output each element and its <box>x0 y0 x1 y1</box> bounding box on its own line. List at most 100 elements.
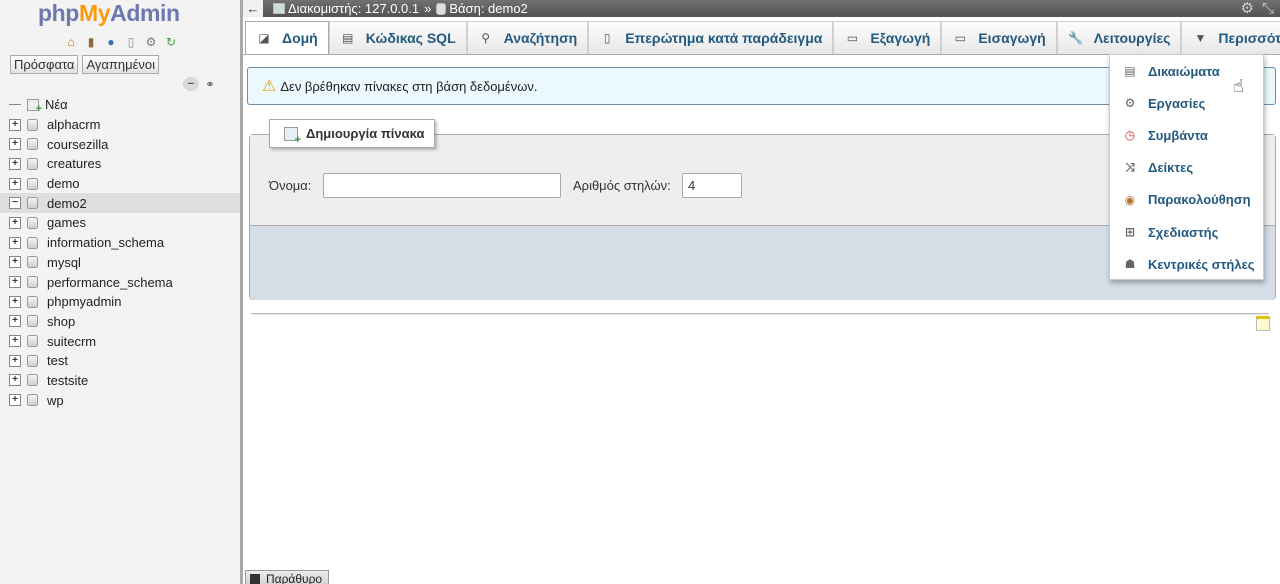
main-tabs: ◪ Δομή ▤ Κώδικας SQL ⚲ Αναζήτηση ▯ Επερώ… <box>245 21 1280 54</box>
database-item[interactable]: + phpmyadmin <box>0 292 240 312</box>
database-item[interactable]: + mysql <box>0 253 240 273</box>
database-label[interactable]: games <box>47 215 86 230</box>
breadcrumb-database[interactable]: Βάση: demo2 <box>449 1 527 16</box>
breadcrumb-server[interactable]: Διακομιστής: 127.0.0.1 <box>288 1 419 16</box>
tab-search-label: Αναζήτηση <box>503 30 578 46</box>
database-item[interactable]: + testsite <box>0 371 240 391</box>
expand-icon[interactable]: + <box>9 354 21 367</box>
new-database-item[interactable]: Νέα <box>0 95 240 115</box>
privileges-icon: ▤ <box>1124 64 1136 79</box>
reload-icon[interactable]: ↻ <box>163 34 179 50</box>
tab-search[interactable]: ⚲ Αναζήτηση <box>466 21 589 54</box>
create-table-icon <box>284 126 301 146</box>
menu-item-designer[interactable]: ⊞ Σχεδιαστής <box>1110 216 1263 248</box>
expand-icon[interactable]: + <box>9 374 21 387</box>
create-table-title: Δημιουργία πίνακα <box>306 126 425 141</box>
database-icon <box>27 138 38 151</box>
collapse-icon[interactable]: − <box>9 197 21 210</box>
tab-more[interactable]: ▼ Περισσότερα <box>1181 21 1280 54</box>
database-item[interactable]: + games <box>0 213 240 233</box>
create-table-legend: Δημιουργία πίνακα <box>269 119 436 148</box>
expand-icon[interactable]: + <box>9 335 21 348</box>
database-label[interactable]: test <box>47 353 68 368</box>
database-item[interactable]: − demo2 <box>0 193 240 214</box>
menu-item-tracking[interactable]: ◉ Παρακολούθηση <box>1110 184 1263 216</box>
nav-icon-bar: ⌂ ▮ ● ▯ ⚙ ↻ <box>63 34 179 50</box>
database-label[interactable]: phpmyadmin <box>47 294 121 309</box>
tab-operations[interactable]: 🔧 Λειτουργίες <box>1056 21 1182 54</box>
database-item[interactable]: + information_schema <box>0 233 240 253</box>
collapse-all-icon[interactable]: − <box>183 77 199 91</box>
phpmyadmin-logo[interactable]: phpMyAdmin <box>38 0 180 27</box>
columns-count-input[interactable] <box>682 173 742 198</box>
database-item[interactable]: + wp <box>0 390 240 410</box>
database-label[interactable]: mysql <box>47 255 81 270</box>
database-item[interactable]: + shop <box>0 312 240 332</box>
expand-icon[interactable]: + <box>9 216 21 229</box>
tab-import[interactable]: ▭ Εισαγωγή <box>941 21 1057 54</box>
menu-item-triggers[interactable]: ⤨ Δείκτες <box>1110 152 1263 184</box>
nav-resizer[interactable] <box>240 0 243 584</box>
database-item[interactable]: + alphacrm <box>0 115 240 135</box>
warning-icon: ⚠ <box>262 78 277 95</box>
exit-icon[interactable]: ▮ <box>83 34 99 50</box>
console-icon <box>250 573 260 584</box>
database-label[interactable]: coursezilla <box>47 137 108 152</box>
tab-export[interactable]: ▭ Εξαγωγή <box>833 21 942 54</box>
database-label[interactable]: testsite <box>47 373 88 388</box>
collapse-icon[interactable]: ⤡ <box>1262 0 1274 17</box>
database-label[interactable]: demo <box>47 176 80 191</box>
logo-my: My <box>78 0 111 26</box>
database-item[interactable]: + performance_schema <box>0 272 240 292</box>
navigation-panel: phpMyAdmin ⌂ ▮ ● ▯ ⚙ ↻ Πρόσφατα Αγαπημέν… <box>0 0 240 584</box>
expand-icon[interactable]: + <box>9 295 21 308</box>
database-label[interactable]: creatures <box>47 156 101 171</box>
expand-icon[interactable]: + <box>9 118 21 131</box>
expand-icon[interactable]: + <box>9 315 21 328</box>
database-label[interactable]: shop <box>47 314 75 329</box>
docs-icon[interactable]: ▯ <box>123 34 139 50</box>
expand-icon[interactable]: + <box>9 276 21 289</box>
export-icon: ▭ <box>846 31 859 45</box>
wrench-icon: 🔧 <box>1068 31 1084 45</box>
import-icon: ▭ <box>954 31 967 45</box>
expand-icon[interactable]: + <box>9 394 21 407</box>
favorites-tab[interactable]: Αγαπημένοι <box>82 55 160 74</box>
back-arrow-icon[interactable]: ← <box>243 0 263 17</box>
tab-structure[interactable]: ◪ Δομή <box>245 21 329 54</box>
database-label[interactable]: wp <box>47 393 64 408</box>
note-icon[interactable] <box>1256 316 1270 331</box>
database-item[interactable]: + coursezilla <box>0 134 240 154</box>
tab-sql[interactable]: ▤ Κώδικας SQL <box>328 21 467 54</box>
database-label[interactable]: performance_schema <box>47 275 173 290</box>
expand-icon[interactable]: + <box>9 138 21 151</box>
help-icon[interactable]: ● <box>103 34 119 50</box>
console-toggle[interactable]: Παράθυρο <box>245 570 330 584</box>
database-label[interactable]: suitecrm <box>47 334 96 349</box>
menu-item-central-columns[interactable]: ☗ Κεντρικές στήλες <box>1110 248 1263 280</box>
database-item[interactable]: + creatures <box>0 154 240 174</box>
settings-gear-icon[interactable]: ⚙ <box>1241 0 1254 17</box>
hand-cursor-icon: ☝ <box>1233 76 1244 96</box>
database-item[interactable]: + test <box>0 351 240 371</box>
database-item[interactable]: + demo <box>0 174 240 194</box>
breadcrumb-bar: ← Διακομιστής: 127.0.0.1 » Βάση: demo2 ⚙… <box>243 0 1280 17</box>
expand-icon[interactable]: + <box>9 177 21 190</box>
table-name-input[interactable] <box>323 173 561 198</box>
expand-icon[interactable]: + <box>9 157 21 170</box>
notice-text: Δεν βρέθηκαν πίνακες στη βάση δεδομένων. <box>280 78 538 94</box>
tab-query-label: Επερώτημα κατά παράδειγμα <box>625 30 823 46</box>
menu-item-events[interactable]: ◷ Συμβάντα <box>1110 119 1263 151</box>
expand-icon[interactable]: + <box>9 256 21 269</box>
query-icon: ▯ <box>603 31 611 45</box>
link-with-main-icon[interactable]: ⚭ <box>202 77 218 91</box>
recent-tab[interactable]: Πρόσφατα <box>10 55 79 74</box>
database-label[interactable]: demo2 <box>47 196 87 211</box>
database-item[interactable]: + suitecrm <box>0 331 240 351</box>
tab-query[interactable]: ▯ Επερώτημα κατά παράδειγμα <box>588 21 834 54</box>
expand-icon[interactable]: + <box>9 236 21 249</box>
home-icon[interactable]: ⌂ <box>63 34 79 50</box>
database-label[interactable]: information_schema <box>47 235 164 250</box>
settings-icon[interactable]: ⚙ <box>143 34 159 50</box>
database-label[interactable]: alphacrm <box>47 117 100 132</box>
